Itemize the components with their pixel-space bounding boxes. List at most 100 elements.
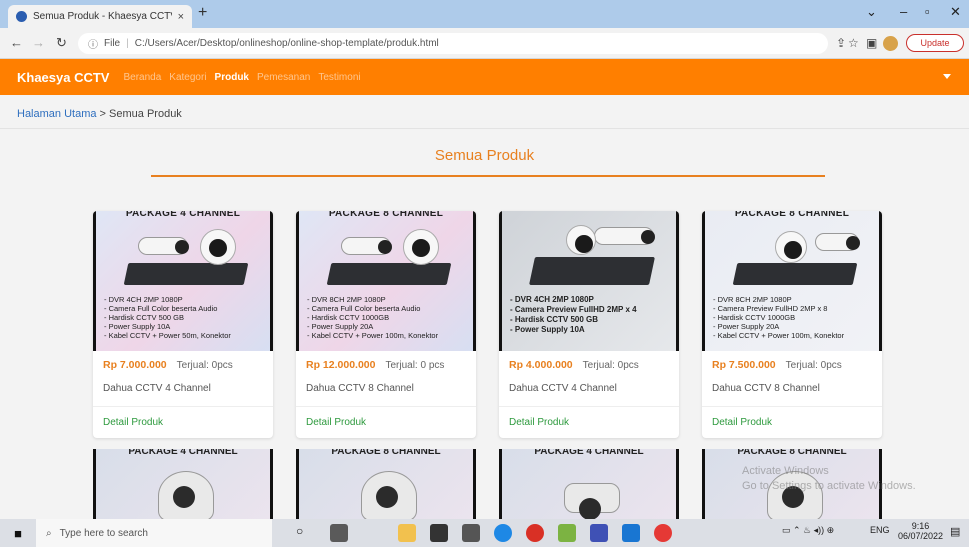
- page-title: Semua Produk: [434, 147, 535, 164]
- windows-start-icon[interactable]: ■: [0, 526, 36, 541]
- bookmark-star-icon[interactable]: ☆: [848, 36, 859, 50]
- browser-tab[interactable]: Semua Produk - Khaesya CCTV ×: [8, 5, 192, 28]
- product-image-specs: - DVR 4CH 2MP 1080P - Camera Preview Ful…: [510, 295, 637, 335]
- product-image-heading: PACKAGE 8 CHANNEL: [737, 449, 847, 457]
- spec-line: - Kabel CCTV + Power 50m, Konektor: [104, 331, 231, 340]
- app-icon[interactable]: [590, 524, 608, 542]
- product-image[interactable]: - DVR 4CH 2MP 1080P - Camera Preview Ful…: [499, 211, 679, 351]
- product-card[interactable]: PACKAGE 4 CHANNEL: [93, 449, 273, 519]
- taskbar-search[interactable]: ⌕ Type here to search: [36, 519, 272, 547]
- spec-line: - Hardisk CCTV 500 GB: [510, 315, 599, 324]
- product-name: Dahua CCTV 8 Channel: [306, 383, 414, 394]
- product-detail-link[interactable]: Detail Produk: [499, 406, 679, 438]
- clock[interactable]: 9:16 06/07/2022: [898, 521, 943, 541]
- chrome-icon[interactable]: [526, 524, 544, 542]
- product-image[interactable]: PACKAGE 4 CHANNEL - DVR 4CH 2MP 1080P - …: [93, 211, 273, 351]
- app-icon[interactable]: [622, 524, 640, 542]
- url-text: C:/Users/Acer/Desktop/onlineshop/online-…: [134, 38, 439, 49]
- nav-link-kategori[interactable]: Kategori: [169, 72, 206, 83]
- product-image-specs: - DVR 4CH 2MP 1080P - Camera Full Color …: [104, 295, 231, 340]
- nav-link-produk[interactable]: Produk: [215, 72, 249, 83]
- close-tab-icon[interactable]: ×: [178, 11, 184, 23]
- search-icon: ⌕: [46, 527, 52, 539]
- address-bar[interactable]: ⓘ File | C:/Users/Acer/Desktop/onlinesho…: [78, 33, 828, 54]
- product-detail-link[interactable]: Detail Produk: [93, 406, 273, 438]
- product-card[interactable]: PACKAGE 8 CHANNEL - DVR 8CH 2MP 1080P - …: [296, 211, 476, 438]
- product-price: Rp 12.000.000: [306, 359, 376, 371]
- dropdown-caret-icon[interactable]: [943, 74, 951, 79]
- product-sold-count: Terjual: 0 pcs: [385, 360, 445, 371]
- product-image[interactable]: PACKAGE 8 CHANNEL - DVR 8CH 2MP 1080P - …: [702, 211, 882, 351]
- product-card[interactable]: PACKAGE 4 CHANNEL - DVR 4CH 2MP 1080P - …: [93, 211, 273, 438]
- product-image-heading: PACKAGE 8 CHANNEL: [331, 449, 441, 457]
- product-image-specs: - DVR 8CH 2MP 1080P - Camera Preview Ful…: [713, 295, 844, 340]
- breadcrumb-current: Semua Produk: [109, 108, 182, 120]
- product-sold-count: Terjual: 0pcs: [785, 360, 842, 371]
- product-detail-link[interactable]: Detail Produk: [702, 406, 882, 438]
- close-window-icon[interactable]: ✕: [950, 4, 961, 20]
- spec-line: - Power Supply 10A: [510, 325, 585, 334]
- minimize-icon[interactable]: –: [900, 4, 907, 19]
- nav-link-testimoni[interactable]: Testimoni: [318, 72, 360, 83]
- language-indicator[interactable]: ENG: [870, 525, 890, 535]
- product-card[interactable]: PACKAGE 8 CHANNEL - DVR 8CH 2MP 1080P - …: [702, 211, 882, 438]
- back-icon[interactable]: ←: [10, 35, 23, 50]
- reload-icon[interactable]: ↻: [56, 35, 67, 51]
- mail-icon[interactable]: [462, 524, 480, 542]
- edge-icon[interactable]: [494, 524, 512, 542]
- product-image-heading: PACKAGE 4 CHANNEL: [125, 211, 241, 219]
- cortana-icon[interactable]: ○: [296, 524, 314, 542]
- bullet-camera-graphic: [594, 227, 655, 245]
- url-divider: |: [126, 38, 129, 49]
- file-scheme-label: File: [104, 38, 121, 49]
- activation-watermark: Activate Windows Go to Settings to activ…: [742, 464, 916, 494]
- product-card[interactable]: PACKAGE 4 CHANNEL: [499, 449, 679, 519]
- nav-link-pemesanan[interactable]: Pemesanan: [257, 72, 310, 83]
- notification-icon[interactable]: ▤: [950, 525, 960, 538]
- product-card[interactable]: - DVR 4CH 2MP 1080P - Camera Preview Ful…: [499, 211, 679, 438]
- breadcrumb-home-link[interactable]: Halaman Utama: [17, 108, 96, 120]
- spec-line: - Camera Preview FullHD 2MP x 8: [713, 304, 828, 313]
- title-underline: [151, 175, 825, 177]
- search-placeholder: Type here to search: [59, 527, 148, 539]
- product-price: Rp 4.000.000: [509, 359, 573, 371]
- spec-line: - Camera Full Color beserta Audio: [104, 304, 218, 313]
- bullet-camera-graphic: [815, 233, 860, 251]
- new-tab-button[interactable]: +: [198, 4, 207, 22]
- app-icon[interactable]: [654, 524, 672, 542]
- spec-line: - Camera Full Color beserta Audio: [307, 304, 421, 313]
- product-image[interactable]: PACKAGE 8 CHANNEL - DVR 8CH 2MP 1080P - …: [296, 211, 476, 351]
- site-navbar: Khaesya CCTV Beranda Kategori Produk Pem…: [0, 59, 969, 95]
- store-icon[interactable]: [430, 524, 448, 542]
- tab-groups-icon[interactable]: ▣: [866, 36, 877, 50]
- dvr-graphic: [123, 263, 249, 285]
- dvr-graphic: [529, 257, 655, 285]
- forward-icon[interactable]: →: [32, 35, 45, 50]
- product-card[interactable]: PACKAGE 8 CHANNEL: [296, 449, 476, 519]
- tab-search-chevron-icon[interactable]: ⌄: [866, 4, 877, 20]
- main-content: Semua Produk PACKAGE 4 CHANNEL - DVR 4CH…: [0, 129, 969, 519]
- spec-line: - Power Supply 10A: [104, 322, 171, 331]
- update-button[interactable]: Update: [906, 34, 964, 52]
- file-explorer-icon[interactable]: [398, 524, 416, 542]
- product-detail-link[interactable]: Detail Produk: [296, 406, 476, 438]
- dvr-graphic: [326, 263, 452, 285]
- turret-camera-graphic: [158, 471, 214, 519]
- brand-logo[interactable]: Khaesya CCTV: [17, 70, 109, 85]
- task-view-icon[interactable]: [330, 524, 348, 542]
- nav-link-beranda[interactable]: Beranda: [123, 72, 161, 83]
- product-image-specs: - DVR 8CH 2MP 1080P - Camera Full Color …: [307, 295, 438, 340]
- product-image-heading: PACKAGE 4 CHANNEL: [128, 449, 238, 457]
- share-icon[interactable]: ⇪: [836, 36, 846, 50]
- clock-date: 06/07/2022: [898, 531, 944, 541]
- info-icon[interactable]: ⓘ: [88, 36, 98, 51]
- spec-line: - DVR 4CH 2MP 1080P: [510, 295, 594, 304]
- site-favicon-icon: [16, 11, 27, 22]
- breadcrumb: Halaman Utama > Semua Produk: [17, 108, 182, 120]
- product-sold-count: Terjual: 0pcs: [176, 360, 233, 371]
- product-sold-count: Terjual: 0pcs: [582, 360, 639, 371]
- app-icon[interactable]: [558, 524, 576, 542]
- maximize-icon[interactable]: ▫: [925, 4, 930, 19]
- profile-avatar[interactable]: [883, 36, 898, 51]
- system-tray-icons[interactable]: ▭ ⌃ ♨ ◂)) ⊕: [782, 525, 834, 536]
